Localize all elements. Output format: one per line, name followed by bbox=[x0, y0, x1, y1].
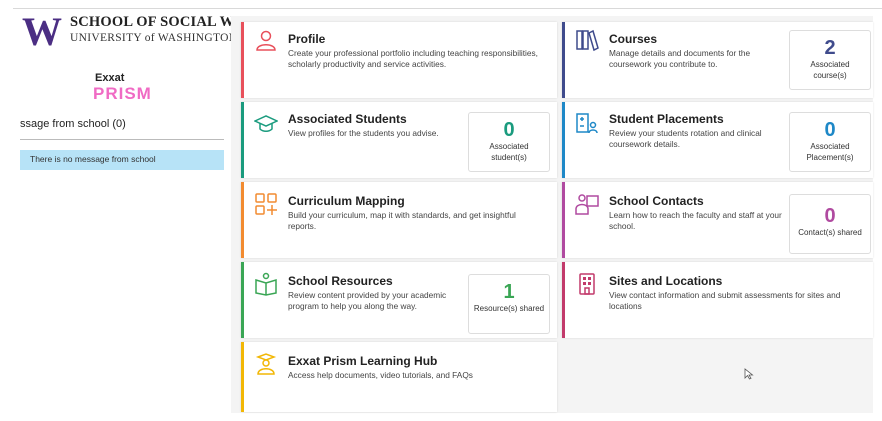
building-icon bbox=[579, 273, 595, 295]
students-count-badge[interactable]: 0 Associated student(s) bbox=[468, 112, 550, 172]
card-description: Access help documents, video tutorials, … bbox=[288, 370, 473, 380]
presenter-icon bbox=[575, 194, 599, 215]
person-icon bbox=[256, 30, 276, 51]
grid-plus-icon bbox=[255, 193, 277, 215]
resources-count-badge[interactable]: 1 Resource(s) shared bbox=[468, 274, 550, 334]
card-student-placements[interactable]: Student Placements Review your students … bbox=[562, 102, 873, 178]
card-learning-hub[interactable]: Exxat Prism Learning Hub Access help doc… bbox=[241, 342, 557, 412]
card-description: Create your professional portfolio inclu… bbox=[288, 48, 538, 69]
message-box: There is no message from school bbox=[20, 150, 224, 170]
card-school-contacts[interactable]: School Contacts Learn how to reach the f… bbox=[562, 182, 873, 258]
card-profile[interactable]: Profile Create your professional portfol… bbox=[241, 22, 557, 98]
graduate-icon bbox=[255, 353, 277, 375]
university-name: UNIVERSITY of WASHINGTON bbox=[70, 32, 238, 44]
graduation-cap-icon bbox=[254, 115, 278, 132]
courses-count-badge[interactable]: 2 Associated course(s) bbox=[789, 30, 871, 90]
card-title: Profile bbox=[288, 32, 326, 46]
message-title: ssage from school (0) bbox=[20, 118, 126, 130]
card-description: Learn how to reach the faculty and staff… bbox=[609, 210, 782, 231]
card-description: Manage details and documents for the cou… bbox=[609, 48, 751, 69]
message-divider bbox=[20, 139, 224, 140]
count-value: 2 bbox=[824, 37, 836, 59]
contacts-count-badge[interactable]: 0 Contact(s) shared bbox=[789, 194, 871, 254]
placements-count-badge[interactable]: 0 Associated Placement(s) bbox=[789, 112, 871, 172]
count-label: Associated Placement(s) bbox=[806, 142, 854, 162]
card-title: Curriculum Mapping bbox=[288, 194, 405, 208]
count-label: Resource(s) shared bbox=[473, 304, 545, 313]
mouse-cursor-icon bbox=[744, 368, 754, 380]
card-school-resources[interactable]: School Resources Review content provided… bbox=[241, 262, 557, 338]
app-frame: W SCHOOL OF SOCIAL WORK UNIVERSITY of WA… bbox=[0, 0, 882, 421]
card-title: Courses bbox=[609, 32, 658, 46]
open-book-person-icon bbox=[255, 272, 277, 296]
card-title: Exxat Prism Learning Hub bbox=[288, 354, 438, 368]
count-value: 1 bbox=[503, 281, 515, 303]
count-value: 0 bbox=[824, 205, 836, 227]
count-value: 0 bbox=[503, 119, 515, 141]
count-label: Associated course(s) bbox=[810, 60, 850, 80]
card-sites-locations[interactable]: Sites and Locations View contact informa… bbox=[562, 262, 873, 338]
card-associated-students[interactable]: Associated Students View profiles for th… bbox=[241, 102, 557, 178]
card-description: Build your curriculum, map it with stand… bbox=[288, 210, 516, 231]
card-title: Sites and Locations bbox=[609, 274, 723, 288]
count-label: Contact(s) shared bbox=[798, 228, 862, 237]
count-label: Associated student(s) bbox=[489, 142, 529, 162]
card-title: School Contacts bbox=[609, 194, 704, 208]
card-description: Review your students rotation and clinic… bbox=[609, 128, 762, 149]
card-description: Review content provided by your academic… bbox=[288, 290, 447, 311]
exxat-label: Exxat bbox=[95, 72, 125, 84]
card-description: View contact information and submit asse… bbox=[609, 290, 841, 311]
card-title: Student Placements bbox=[609, 112, 724, 126]
card-description: View profiles for the students you advis… bbox=[288, 128, 439, 138]
card-curriculum-mapping[interactable]: Curriculum Mapping Build your curriculum… bbox=[241, 182, 557, 258]
card-courses[interactable]: Courses Manage details and documents for… bbox=[562, 22, 873, 98]
books-icon bbox=[576, 29, 599, 52]
uw-logo-icon[interactable]: W bbox=[22, 12, 62, 52]
sidebar bbox=[13, 9, 231, 413]
card-title: School Resources bbox=[288, 274, 393, 288]
count-value: 0 bbox=[824, 119, 836, 141]
prism-logo: PRISM bbox=[93, 84, 152, 103]
placement-board-icon bbox=[576, 113, 598, 134]
card-title: Associated Students bbox=[288, 112, 407, 126]
